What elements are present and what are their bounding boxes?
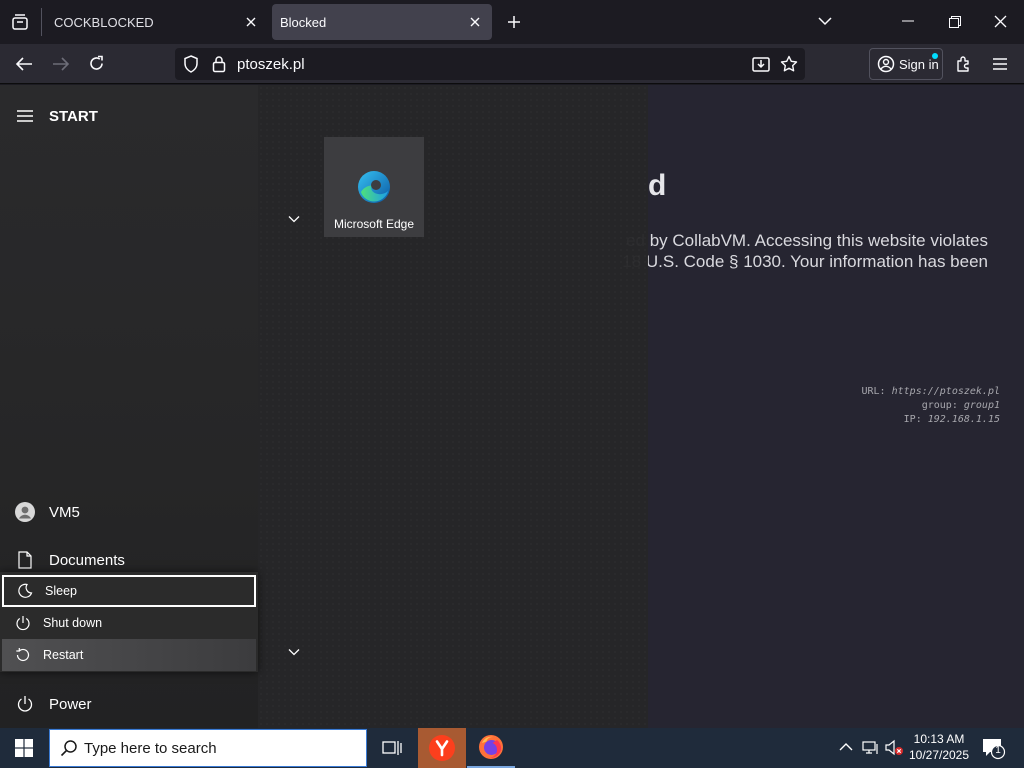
url-text[interactable]: ptoszek.pl — [237, 56, 305, 73]
tile-microsoft-edge[interactable]: Microsoft Edge — [324, 137, 424, 237]
power-icon — [2, 615, 43, 631]
taskbar-search-box[interactable]: Type here to search — [49, 729, 367, 767]
group-collapse-chevron-icon[interactable] — [288, 648, 300, 656]
extensions-icon[interactable] — [955, 55, 973, 73]
sleep-option[interactable]: Sleep — [2, 575, 256, 607]
back-icon[interactable] — [15, 56, 33, 72]
forward-icon[interactable] — [52, 56, 70, 72]
notification-dot — [932, 53, 938, 59]
power-icon — [0, 695, 49, 713]
taskbar-app-yandex[interactable] — [418, 728, 466, 768]
start-title: START — [49, 107, 98, 125]
clock-date: 10/27/2025 — [908, 748, 970, 762]
chevron-up-icon[interactable] — [839, 742, 853, 752]
shut-down-label: Shut down — [43, 616, 103, 630]
taskbar-clock[interactable]: 10:13 AM 10/27/2025 — [900, 731, 978, 763]
moon-icon — [4, 583, 45, 599]
power-label: Power — [49, 695, 92, 713]
action-center-button[interactable]: 1 — [982, 738, 1006, 760]
tab-title: COCKBLOCKED — [54, 14, 154, 30]
task-view-icon — [382, 739, 402, 757]
minimize-icon[interactable] — [902, 20, 914, 22]
start-power[interactable]: Power — [0, 682, 258, 726]
tab-overview-icon[interactable] — [10, 12, 30, 32]
tile-label: Microsoft Edge — [333, 217, 415, 231]
taskbar: Type here to search 10:13 AM 10/27/2025 … — [0, 728, 1024, 768]
notification-count: 1 — [995, 745, 1001, 756]
close-tab-icon[interactable] — [466, 13, 484, 31]
tab-cockblocked[interactable]: COCKBLOCKED — [46, 4, 268, 40]
heading-fragment: d — [648, 169, 667, 202]
restart-label: Restart — [43, 648, 84, 662]
account-icon — [877, 55, 895, 73]
windows-logo-icon — [15, 739, 33, 757]
restart-icon — [2, 647, 43, 663]
search-icon — [60, 739, 78, 757]
tab-blocked[interactable]: Blocked — [272, 4, 492, 40]
reload-icon[interactable] — [88, 55, 105, 72]
install-app-icon[interactable] — [752, 55, 770, 73]
url-info: URL: https://ptoszek.pl — [861, 386, 1001, 397]
start-user-account[interactable]: VM5 — [0, 490, 258, 534]
new-tab-icon[interactable] — [506, 14, 522, 30]
shield-icon[interactable] — [183, 55, 199, 73]
sign-in-button[interactable]: Sign in — [869, 48, 943, 80]
ip-info: IP: 192.168.1.15 — [903, 414, 1000, 425]
edge-icon — [357, 170, 391, 204]
user-name: VM5 — [49, 503, 80, 521]
menu-icon[interactable] — [992, 57, 1008, 71]
tab-separator — [41, 8, 42, 36]
taskbar-app-firefox[interactable] — [467, 728, 515, 768]
documents-label: Documents — [49, 551, 125, 569]
group-collapse-chevron-icon[interactable] — [288, 215, 300, 223]
sign-in-label: Sign in — [899, 56, 939, 72]
request-info: URL: https://ptoszek.pl group: group1 IP… — [862, 385, 1001, 427]
search-placeholder: Type here to search — [84, 739, 217, 757]
clock-time: 10:13 AM — [913, 732, 965, 746]
sleep-label: Sleep — [45, 584, 77, 598]
tab-strip: COCKBLOCKED Blocked — [0, 0, 1024, 44]
url-bar[interactable]: ptoszek.pl — [175, 48, 805, 80]
start-button[interactable] — [0, 728, 48, 768]
restore-icon[interactable] — [949, 16, 961, 28]
chevron-down-icon[interactable] — [818, 16, 832, 26]
lock-icon[interactable] — [212, 55, 226, 73]
group-info: group: group1 — [921, 400, 1000, 411]
network-icon[interactable] — [862, 740, 880, 756]
user-avatar-icon — [0, 502, 49, 522]
start-tiles-panel — [258, 85, 648, 728]
yandex-browser-icon — [429, 735, 455, 761]
document-icon — [0, 551, 49, 569]
bookmark-star-icon[interactable] — [780, 55, 798, 73]
shut-down-option[interactable]: Shut down — [2, 607, 256, 639]
hamburger-icon[interactable] — [0, 110, 49, 122]
restart-option[interactable]: Restart — [2, 639, 256, 671]
firefox-icon — [478, 734, 504, 760]
navigation-toolbar: ptoszek.pl Sign in — [0, 44, 1024, 84]
close-window-icon[interactable] — [994, 15, 1007, 28]
power-flyout-menu: Sleep Shut down Restart — [0, 572, 258, 672]
start-menu-header[interactable]: START — [0, 94, 258, 138]
task-view-button[interactable] — [368, 728, 416, 768]
close-tab-icon[interactable] — [242, 13, 260, 31]
tab-title: Blocked — [280, 14, 327, 30]
